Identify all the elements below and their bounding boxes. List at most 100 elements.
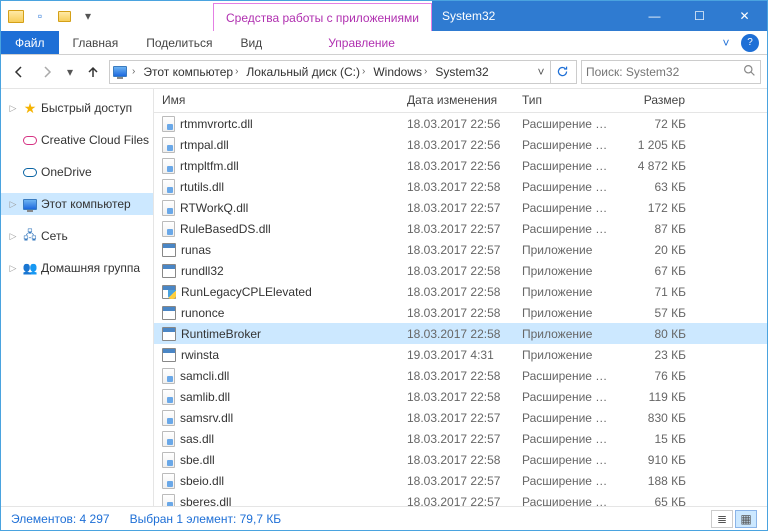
file-type: Расширение при... <box>514 369 619 383</box>
file-row[interactable]: samcli.dll18.03.2017 22:58Расширение при… <box>154 365 767 386</box>
col-type[interactable]: Тип <box>514 89 619 112</box>
file-row[interactable]: runonce18.03.2017 22:58Приложение57 КБ <box>154 302 767 323</box>
dll-icon <box>162 389 175 405</box>
file-row[interactable]: RuntimeBroker18.03.2017 22:58Приложение8… <box>154 323 767 344</box>
ribbon-tab-view[interactable]: Вид <box>226 31 276 54</box>
file-name: RuleBasedDS.dll <box>180 222 271 236</box>
address-history-dropdown[interactable]: ˅ <box>532 65 550 79</box>
nav-this-pc[interactable]: ▷ Этот компьютер <box>1 193 153 215</box>
file-type: Расширение при... <box>514 495 619 507</box>
navigation-pane: ▷ ★ Быстрый доступ Creative Cloud Files … <box>1 89 154 506</box>
col-date[interactable]: Дата изменения <box>399 89 514 112</box>
file-row[interactable]: RTWorkQ.dll18.03.2017 22:57Расширение пр… <box>154 197 767 218</box>
dll-icon <box>162 431 175 447</box>
nav-network[interactable]: ▷ 🖧 Сеть <box>1 225 153 247</box>
file-type: Приложение <box>514 348 619 362</box>
expand-icon[interactable]: ▷ <box>7 263 19 274</box>
file-date: 18.03.2017 22:58 <box>399 180 514 194</box>
star-icon: ★ <box>22 100 38 116</box>
close-button[interactable]: ✕ <box>722 1 767 31</box>
file-row[interactable]: sas.dll18.03.2017 22:57Расширение при...… <box>154 428 767 449</box>
quick-access-toolbar: ▫ ▾ <box>1 1 103 31</box>
breadcrumb-seg-2[interactable]: Windows› <box>369 65 431 79</box>
search-icon[interactable] <box>743 64 756 80</box>
file-row[interactable]: rwinsta19.03.2017 4:31Приложение23 КБ <box>154 344 767 365</box>
nav-forward-button[interactable] <box>35 60 59 84</box>
breadcrumb-root-chevron[interactable]: › <box>128 66 139 77</box>
ribbon-tab-home[interactable]: Главная <box>59 31 133 54</box>
dll-icon <box>162 200 175 216</box>
address-bar[interactable]: › Этот компьютер› Локальный диск (C:)› W… <box>109 60 577 84</box>
file-row[interactable]: rtmpal.dll18.03.2017 22:56Расширение при… <box>154 134 767 155</box>
file-size: 830 КБ <box>619 411 694 425</box>
nav-onedrive[interactable]: OneDrive <box>1 161 153 183</box>
file-name: RunLegacyCPLElevated <box>181 285 312 299</box>
file-date: 18.03.2017 22:57 <box>399 222 514 236</box>
maximize-button[interactable]: ☐ <box>677 1 722 31</box>
nav-creative-cloud[interactable]: Creative Cloud Files <box>1 129 153 151</box>
breadcrumb-seg-1[interactable]: Локальный диск (C:)› <box>242 65 369 79</box>
dll-icon <box>162 368 175 384</box>
search-input[interactable] <box>586 65 743 79</box>
expand-icon[interactable]: ▷ <box>7 103 19 114</box>
file-size: 4 872 КБ <box>619 159 694 173</box>
file-size: 65 КБ <box>619 495 694 507</box>
expand-icon[interactable]: ▷ <box>7 199 19 210</box>
breadcrumb-seg-0[interactable]: Этот компьютер› <box>139 65 242 79</box>
qat-customize-icon[interactable]: ▾ <box>77 5 99 27</box>
file-row[interactable]: RunLegacyCPLElevated18.03.2017 22:58Прил… <box>154 281 767 302</box>
expand-icon[interactable]: ▷ <box>7 231 19 242</box>
view-details-button[interactable]: ≣ <box>711 510 733 528</box>
qat-properties-icon[interactable]: ▫ <box>29 5 51 27</box>
file-row[interactable]: samlib.dll18.03.2017 22:58Расширение при… <box>154 386 767 407</box>
ribbon-tab-manage[interactable]: Управление <box>314 31 409 54</box>
file-row[interactable]: rtmmvrortc.dll18.03.2017 22:56Расширение… <box>154 113 767 134</box>
file-size: 67 КБ <box>619 264 694 278</box>
file-name: RuntimeBroker <box>181 327 261 341</box>
col-size[interactable]: Размер <box>619 89 694 112</box>
search-box[interactable] <box>581 60 761 84</box>
cloud-icon <box>22 164 38 180</box>
nav-back-button[interactable] <box>7 60 31 84</box>
file-date: 18.03.2017 22:56 <box>399 117 514 131</box>
file-row[interactable]: sberes.dll18.03.2017 22:57Расширение при… <box>154 491 767 506</box>
ribbon-tab-share[interactable]: Поделиться <box>132 31 226 54</box>
nav-up-button[interactable] <box>81 60 105 84</box>
window-title: System32 <box>432 1 632 31</box>
nav-homegroup[interactable]: ▷ 👥 Домашняя группа <box>1 257 153 279</box>
file-name: rundll32 <box>181 264 224 278</box>
file-row[interactable]: rtutils.dll18.03.2017 22:58Расширение пр… <box>154 176 767 197</box>
pc-icon <box>112 64 128 80</box>
nav-recent-dropdown[interactable]: ▾ <box>63 60 77 84</box>
file-size: 87 КБ <box>619 222 694 236</box>
file-size: 20 КБ <box>619 243 694 257</box>
help-icon[interactable]: ? <box>741 34 759 52</box>
minimize-button[interactable]: — <box>632 1 677 31</box>
status-bar: Элементов: 4 297 Выбран 1 элемент: 79,7 … <box>1 506 767 530</box>
app-icon[interactable] <box>5 5 27 27</box>
ribbon-tab-file[interactable]: Файл <box>1 31 59 54</box>
refresh-button[interactable] <box>550 61 574 83</box>
file-row[interactable]: runas18.03.2017 22:57Приложение20 КБ <box>154 239 767 260</box>
file-size: 72 КБ <box>619 117 694 131</box>
file-row[interactable]: sbe.dll18.03.2017 22:58Расширение при...… <box>154 449 767 470</box>
nav-quick-access[interactable]: ▷ ★ Быстрый доступ <box>1 97 153 119</box>
file-type: Расширение при... <box>514 432 619 446</box>
view-icons-button[interactable]: ▦ <box>735 510 757 528</box>
file-type: Расширение при... <box>514 411 619 425</box>
file-size: 57 КБ <box>619 306 694 320</box>
ribbon-expand-icon[interactable]: ˅ <box>717 34 735 52</box>
breadcrumb-seg-3[interactable]: System32 <box>431 65 492 79</box>
qat-new-folder-icon[interactable] <box>53 5 75 27</box>
file-row[interactable]: RuleBasedDS.dll18.03.2017 22:57Расширени… <box>154 218 767 239</box>
dll-icon <box>162 221 175 237</box>
file-row[interactable]: rundll3218.03.2017 22:58Приложение67 КБ <box>154 260 767 281</box>
file-row[interactable]: samsrv.dll18.03.2017 22:57Расширение при… <box>154 407 767 428</box>
file-name: RTWorkQ.dll <box>180 201 248 215</box>
homegroup-icon: 👥 <box>22 260 38 276</box>
file-row[interactable]: rtmpltfm.dll18.03.2017 22:56Расширение п… <box>154 155 767 176</box>
col-name[interactable]: Имя <box>154 89 399 112</box>
file-row[interactable]: sbeio.dll18.03.2017 22:57Расширение при.… <box>154 470 767 491</box>
column-headers: Имя Дата изменения Тип Размер <box>154 89 767 113</box>
file-type: Расширение при... <box>514 390 619 404</box>
